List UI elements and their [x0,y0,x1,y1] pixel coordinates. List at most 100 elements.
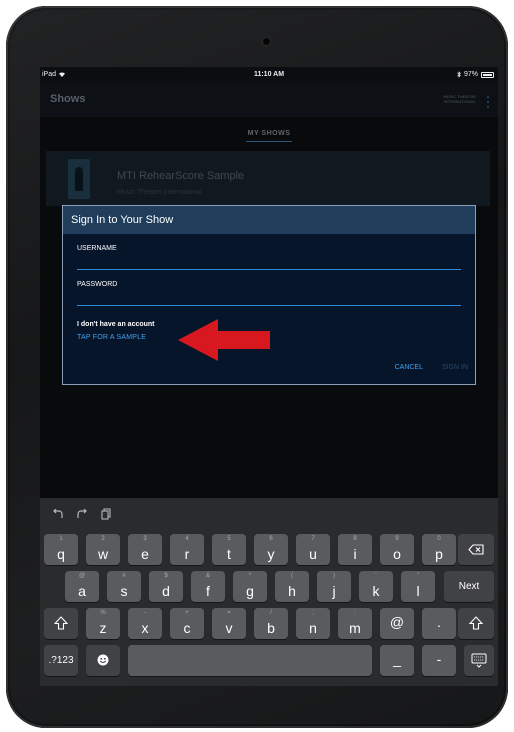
key-h[interactable]: (h [275,571,309,602]
key-p[interactable]: 0p [422,534,456,565]
bluetooth-icon [457,71,461,78]
key-at[interactable]: @ [380,608,414,639]
ipad-device: iPad 11:10 AM 97% Shows MUSIC THEATRE IN… [6,6,508,728]
key-label: m [349,620,361,636]
key-c[interactable]: + c [170,608,204,639]
key-s[interactable]: # s [107,571,141,602]
key-alt-label: ( [291,573,293,579]
battery-percent: 97% [463,71,478,78]
username-field[interactable] [77,256,461,268]
key-label: n [309,620,317,636]
key-y[interactable]: 6y [254,534,288,565]
hide-keyboard-key[interactable] [464,645,494,676]
emoji-key[interactable] [86,645,120,676]
backspace-key[interactable] [458,534,494,565]
dialog-title: Sign In to Your Show [71,214,174,226]
shift-left-key[interactable] [44,608,78,639]
key-k[interactable]: ' k [359,571,393,602]
key-w[interactable]: 2w [86,534,120,565]
key-label: k [372,583,380,599]
key-u[interactable]: 7u [296,534,330,565]
space-key[interactable] [128,645,372,676]
key-alt-label: 1 [59,536,63,542]
key-i[interactable]: 8i [338,534,372,565]
key-period[interactable]: . [422,608,456,639]
key-label: i [353,546,357,562]
key-v[interactable]: = v [212,608,246,639]
numbers-key[interactable]: .?123 [44,645,78,676]
key-j[interactable]: ) j [317,571,351,602]
key-label: h [288,583,296,599]
key-alt-label: * [248,573,252,579]
key-f[interactable]: & f [191,571,225,602]
key-label: . [437,614,441,630]
key-label: d [162,583,170,599]
key-label: j [332,583,336,599]
key-e[interactable]: 3e [128,534,162,565]
key-label: v [225,620,233,636]
key-label: g [246,583,254,599]
key-label: u [309,546,317,562]
key-alt-label: 4 [185,536,189,542]
shift-icon [54,616,68,630]
key-g[interactable]: * g [233,571,267,602]
keyboard-toolbar [40,498,498,532]
redo-icon[interactable] [74,507,90,521]
key-alt-label: - [144,610,146,616]
status-bar: iPad 11:10 AM 97% [40,67,498,83]
screen: iPad 11:10 AM 97% Shows MUSIC THEATRE IN… [40,67,498,686]
front-camera [263,38,270,45]
key-label: z [99,620,107,636]
status-time: 11:10 AM [253,71,285,78]
key-dash[interactable]: - [422,645,456,676]
status-right: 97% [457,71,494,78]
keyboard: 1 q 2 w 3 e 4 r 5 t 6 y 7 u 8 i 9 o 0 p @ a # s $ d & f * g(h) j ' k " l Ne… [40,498,498,686]
key-label: l [416,583,420,599]
username-underline [77,269,461,270]
battery-icon [481,71,494,78]
key-q[interactable]: 1q [44,534,78,565]
undo-icon[interactable] [50,507,66,521]
key-label: - [436,651,442,667]
password-underline [77,305,461,306]
key-alt-label: : [354,610,356,616]
key-alt-label: ) [333,573,335,579]
password-field[interactable] [77,292,461,304]
password-label: PASSWORD [77,281,118,288]
key-alt-label: @ [78,573,86,579]
key-b[interactable]: / b [254,608,288,639]
key-alt-label: 0 [437,536,441,542]
key-z[interactable]: % z [86,608,120,639]
key-alt-label: " [416,573,420,579]
key-underscore[interactable]: _ [380,645,414,676]
key-label: r [184,546,190,562]
key-label: c [183,620,191,636]
key-alt-label: ; [312,610,314,616]
emoji-icon [97,654,109,666]
key-t[interactable]: 5t [212,534,246,565]
key-o[interactable]: 9o [380,534,414,565]
key-l[interactable]: " l [401,571,435,602]
key-m[interactable]: :m [338,608,372,639]
key-alt-label: 7 [311,536,315,542]
key-d[interactable]: $ d [149,571,183,602]
key-r[interactable]: 4r [170,534,204,565]
key-x[interactable]: -x [128,608,162,639]
cancel-button[interactable]: CANCEL [395,364,423,371]
tap-for-sample-link[interactable]: TAP FOR A SAMPLE [77,334,146,341]
key-alt-label: 9 [395,536,399,542]
key-label: s [120,583,128,599]
sign-in-button[interactable]: SIGN IN [442,364,468,371]
backspace-icon [468,544,484,555]
key-alt-label: 3 [143,536,147,542]
next-key[interactable]: Next [444,571,494,602]
key-n[interactable]: ; n [296,608,330,639]
shift-right-key[interactable] [458,608,494,639]
battery-level [483,73,492,76]
paste-icon[interactable] [98,507,114,521]
key-label: t [227,546,231,562]
key-a[interactable]: @ a [65,571,99,602]
key-label: o [393,546,401,562]
key-label: .?123 [48,655,74,666]
key-label: p [435,546,443,562]
